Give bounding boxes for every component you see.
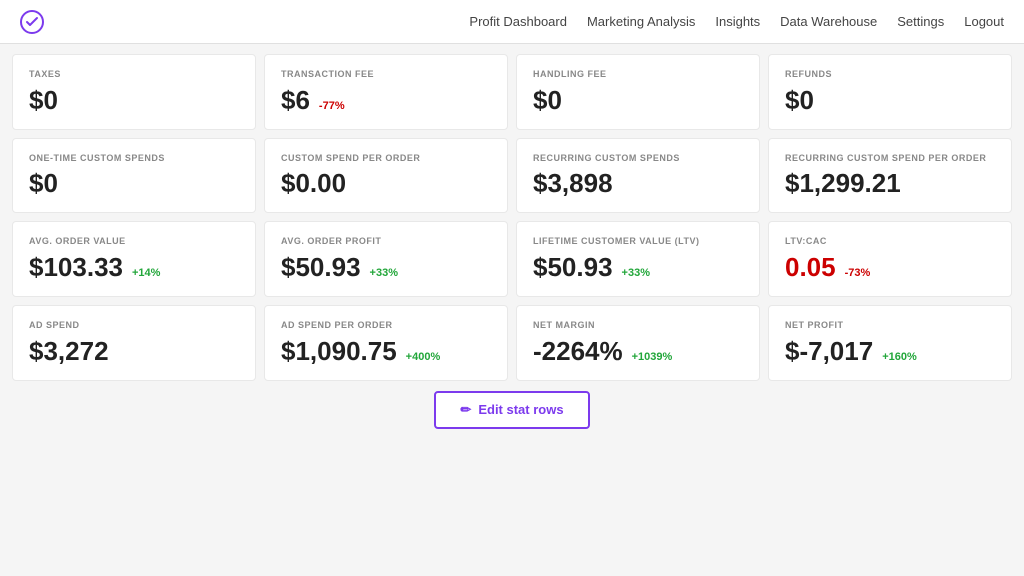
stat-card-0-1: TRANSACTION FEE $6 -77% bbox=[264, 54, 508, 130]
stat-card-0-0: TAXES $0 bbox=[12, 54, 256, 130]
nav-link-settings[interactable]: Settings bbox=[897, 14, 944, 29]
stat-badge: +1039% bbox=[629, 350, 676, 364]
stat-value-row: $0 bbox=[533, 87, 562, 113]
stat-value: $-7,017 bbox=[785, 338, 873, 364]
stat-label: LIFETIME CUSTOMER VALUE (LTV) bbox=[533, 236, 700, 248]
stat-value-row: $3,272 bbox=[29, 338, 109, 364]
main-content: TAXES $0 TRANSACTION FEE $6 -77% HANDLING FEE… bbox=[0, 44, 1024, 576]
stat-card-2-1: AVG. ORDER PROFIT $50.93 +33% bbox=[264, 221, 508, 297]
stat-value: $0 bbox=[29, 170, 58, 196]
stat-value-row: $103.33 +14% bbox=[29, 254, 163, 280]
stat-value-row: $-7,017 +160% bbox=[785, 338, 920, 364]
stat-label: CUSTOM SPEND PER ORDER bbox=[281, 153, 420, 165]
stat-value: $103.33 bbox=[29, 254, 123, 280]
stat-value: $0 bbox=[785, 87, 814, 113]
nav-link-profit-dashboard[interactable]: Profit Dashboard bbox=[469, 14, 567, 29]
stat-label: HANDLING FEE bbox=[533, 69, 607, 81]
nav-link-marketing-analysis[interactable]: Marketing Analysis bbox=[587, 14, 695, 29]
stat-label: AVG. ORDER PROFIT bbox=[281, 236, 381, 248]
stat-label: LTV:CAC bbox=[785, 236, 827, 248]
stat-card-1-1: CUSTOM SPEND PER ORDER $0.00 bbox=[264, 138, 508, 214]
stat-value-row: $50.93 +33% bbox=[533, 254, 653, 280]
stat-badge: -73% bbox=[842, 266, 874, 280]
edit-button-label: Edit stat rows bbox=[478, 402, 563, 417]
stat-badge: +14% bbox=[129, 266, 163, 280]
stat-value: $0 bbox=[533, 87, 562, 113]
stat-badge: +33% bbox=[619, 266, 653, 280]
pencil-icon: ✏ bbox=[460, 402, 471, 418]
stat-card-3-0: AD SPEND $3,272 bbox=[12, 305, 256, 381]
stat-value: $1,090.75 bbox=[281, 338, 397, 364]
stat-badge: +400% bbox=[403, 350, 444, 364]
nav-link-logout[interactable]: Logout bbox=[964, 14, 1004, 29]
stat-card-0-2: HANDLING FEE $0 bbox=[516, 54, 760, 130]
stat-value: $50.93 bbox=[281, 254, 361, 280]
stats-row-1: ONE-TIME CUSTOM SPENDS $0 CUSTOM SPEND PER… bbox=[12, 138, 1012, 214]
stat-label: AVG. ORDER VALUE bbox=[29, 236, 126, 248]
stats-row-3: AD SPEND $3,272 AD SPEND PER ORDER $1,090.7… bbox=[12, 305, 1012, 381]
brand-icon bbox=[20, 10, 44, 34]
stat-badge: +33% bbox=[367, 266, 401, 280]
stat-card-1-0: ONE-TIME CUSTOM SPENDS $0 bbox=[12, 138, 256, 214]
stat-value: 0.05 bbox=[785, 254, 836, 280]
stat-value-row: $1,299.21 bbox=[785, 170, 901, 196]
stat-label: REFUNDS bbox=[785, 69, 832, 81]
stat-card-1-3: RECURRING CUSTOM SPEND PER ORDER $1,299.2… bbox=[768, 138, 1012, 214]
stat-label: RECURRING CUSTOM SPENDS bbox=[533, 153, 680, 165]
edit-row: ✏ Edit stat rows bbox=[12, 391, 1012, 429]
stat-value-row: $0 bbox=[785, 87, 814, 113]
stat-label: TRANSACTION FEE bbox=[281, 69, 374, 81]
stat-label: AD SPEND bbox=[29, 320, 80, 332]
stat-label: TAXES bbox=[29, 69, 61, 81]
stat-value-row: $0.00 bbox=[281, 170, 346, 196]
stat-value-row: $1,090.75 +400% bbox=[281, 338, 443, 364]
nav-link-data-warehouse[interactable]: Data Warehouse bbox=[780, 14, 877, 29]
stat-card-3-3: NET PROFIT $-7,017 +160% bbox=[768, 305, 1012, 381]
navbar: Profit Dashboard Marketing Analysis Insigh… bbox=[0, 0, 1024, 44]
stat-value-row: $0 bbox=[29, 170, 58, 196]
nav-links: Profit Dashboard Marketing Analysis Insigh… bbox=[469, 14, 1004, 29]
stat-value-row: $6 -77% bbox=[281, 87, 348, 113]
stat-card-3-1: AD SPEND PER ORDER $1,090.75 +400% bbox=[264, 305, 508, 381]
stat-card-2-0: AVG. ORDER VALUE $103.33 +14% bbox=[12, 221, 256, 297]
stat-label: ONE-TIME CUSTOM SPENDS bbox=[29, 153, 165, 165]
stats-row-2: AVG. ORDER VALUE $103.33 +14% AVG. ORDER PR… bbox=[12, 221, 1012, 297]
stat-value: $50.93 bbox=[533, 254, 613, 280]
stat-value: $3,898 bbox=[533, 170, 613, 196]
stat-card-3-2: NET MARGIN -2264% +1039% bbox=[516, 305, 760, 381]
stat-value: -2264% bbox=[533, 338, 623, 364]
nav-link-insights[interactable]: Insights bbox=[715, 14, 760, 29]
stat-label: AD SPEND PER ORDER bbox=[281, 320, 393, 332]
stats-container: TAXES $0 TRANSACTION FEE $6 -77% HANDLING FEE… bbox=[12, 54, 1012, 381]
stat-label: NET MARGIN bbox=[533, 320, 595, 332]
stat-value: $0 bbox=[29, 87, 58, 113]
stat-value: $0.00 bbox=[281, 170, 346, 196]
stat-card-2-2: LIFETIME CUSTOMER VALUE (LTV) $50.93 +33% bbox=[516, 221, 760, 297]
stat-value: $3,272 bbox=[29, 338, 109, 364]
stat-label: NET PROFIT bbox=[785, 320, 844, 332]
stat-value: $1,299.21 bbox=[785, 170, 901, 196]
stat-value-row: $50.93 +33% bbox=[281, 254, 401, 280]
stat-card-1-2: RECURRING CUSTOM SPENDS $3,898 bbox=[516, 138, 760, 214]
stat-value-row: $0 bbox=[29, 87, 58, 113]
stat-value-row: $3,898 bbox=[533, 170, 613, 196]
stat-value-row: 0.05 -73% bbox=[785, 254, 873, 280]
stat-card-0-3: REFUNDS $0 bbox=[768, 54, 1012, 130]
stat-value: $6 bbox=[281, 87, 310, 113]
stat-card-2-3: LTV:CAC 0.05 -73% bbox=[768, 221, 1012, 297]
stat-label: RECURRING CUSTOM SPEND PER ORDER bbox=[785, 153, 986, 165]
brand bbox=[20, 10, 50, 34]
stat-value-row: -2264% +1039% bbox=[533, 338, 675, 364]
stat-badge: +160% bbox=[879, 350, 920, 364]
edit-stat-rows-button[interactable]: ✏ Edit stat rows bbox=[434, 391, 589, 429]
stats-row-0: TAXES $0 TRANSACTION FEE $6 -77% HANDLING FEE… bbox=[12, 54, 1012, 130]
stat-badge: -77% bbox=[316, 99, 348, 113]
